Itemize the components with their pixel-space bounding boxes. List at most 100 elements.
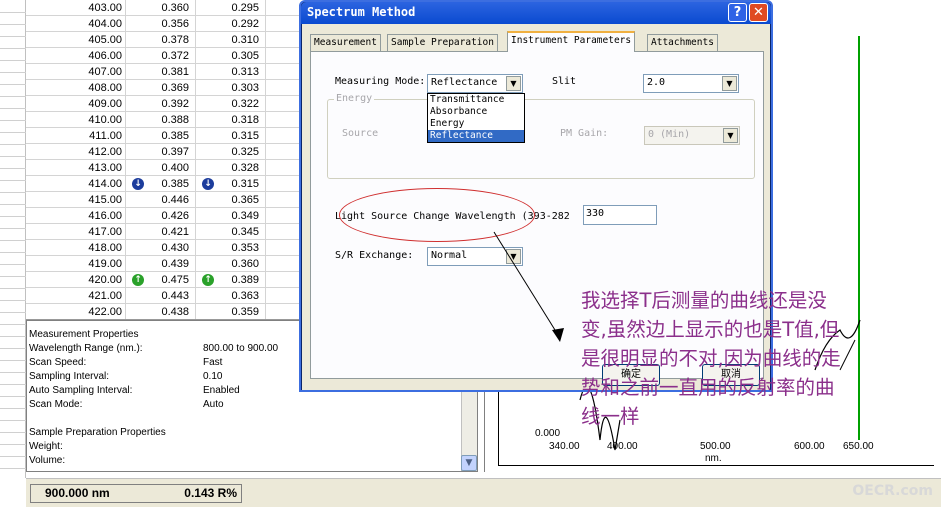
table-row[interactable]: 412.00 0.397 0.325: [26, 144, 300, 160]
annotation-note: 我选择T后测量的曲线还是没变,虽然边上显示的也是T值,但是很明显的不对,因为曲线…: [581, 289, 841, 428]
tab-attachments[interactable]: Attachments: [647, 34, 718, 52]
empty-cell: [266, 240, 300, 256]
table-row[interactable]: 411.00 0.385 0.315: [26, 128, 300, 144]
empty-cell: [266, 160, 300, 176]
strip-gridline: [0, 420, 26, 421]
scan-mode-label: Scan Mode:: [29, 399, 83, 410]
tab-sample-preparation[interactable]: Sample Preparation: [387, 34, 498, 52]
table-row[interactable]: 409.00 0.392 0.322: [26, 96, 300, 112]
value-a-cell: 0.392: [126, 96, 196, 112]
value-b-cell: 0.305: [196, 48, 266, 64]
value-a-cell: 0.360: [126, 0, 196, 16]
chevron-down-icon: ▼: [723, 128, 738, 143]
table-row[interactable]: 405.00 0.378 0.310: [26, 32, 300, 48]
chevron-down-icon[interactable]: ▼: [506, 76, 521, 91]
strip-gridline: [0, 108, 26, 109]
value-b-cell: 0.318: [196, 112, 266, 128]
value-a-cell: 0.430: [126, 240, 196, 256]
value-a-cell: 0.356: [126, 16, 196, 32]
pm-gain-value: 0 (Min): [648, 129, 691, 140]
strip-gridline: [0, 180, 26, 181]
table-row[interactable]: 416.00 0.426 0.349: [26, 208, 300, 224]
dialog-title: Spectrum Method: [307, 5, 416, 19]
wavelength-cell: 412.00: [26, 144, 126, 160]
value-b-cell: 0.365: [196, 192, 266, 208]
empty-cell: [266, 272, 300, 288]
table-row[interactable]: 418.00 0.430 0.353: [26, 240, 300, 256]
option-transmittance[interactable]: Transmittance: [428, 94, 524, 106]
table-row[interactable]: 404.00 0.356 0.292: [26, 16, 300, 32]
watermark: OECR.com: [852, 483, 933, 499]
strip-gridline: [0, 144, 26, 145]
auto-sampling-value: Enabled: [203, 385, 240, 396]
value-b-cell: 0.315: [196, 128, 266, 144]
table-row[interactable]: 415.00 0.446 0.365: [26, 192, 300, 208]
strip-gridline: [0, 240, 26, 241]
strip-gridline: [0, 228, 26, 229]
close-button[interactable]: ✕: [749, 3, 768, 22]
energy-group: Energy Source PM Gain: 0 (Min) ▼: [327, 93, 755, 179]
light-source-input[interactable]: 330: [583, 205, 657, 225]
option-energy[interactable]: Energy: [428, 118, 524, 130]
wavelength-cell: 418.00: [26, 240, 126, 256]
table-row[interactable]: 421.00 0.443 0.363: [26, 288, 300, 304]
tab-instrument-parameters[interactable]: Instrument Parameters: [507, 31, 636, 52]
table-row[interactable]: 414.00 0.385 0.315 ↓ ↓: [26, 176, 300, 192]
table-row[interactable]: 419.00 0.439 0.360: [26, 256, 300, 272]
table-row[interactable]: 413.00 0.400 0.328: [26, 160, 300, 176]
wavelength-cell: 406.00: [26, 48, 126, 64]
wavelength-cell: 414.00: [26, 176, 126, 192]
empty-cell: [266, 256, 300, 272]
table-row[interactable]: 422.00 0.438 0.359: [26, 304, 300, 319]
measuring-mode-dropdown-list[interactable]: Transmittance Absorbance Energy Reflecta…: [427, 93, 525, 143]
peak-marker-icon: ↑: [132, 274, 144, 286]
valley-marker-icon: ↓: [132, 178, 144, 190]
option-reflectance[interactable]: Reflectance: [428, 130, 524, 142]
chevron-down-icon[interactable]: ▼: [722, 76, 737, 91]
table-row[interactable]: 407.00 0.381 0.313: [26, 64, 300, 80]
value-b-cell: 0.303: [196, 80, 266, 96]
data-table: 403.00 0.360 0.295 404.00 0.356 0.292 405.00 0.…: [26, 0, 300, 320]
table-row[interactable]: 410.00 0.388 0.318: [26, 112, 300, 128]
wavelength-cell: 410.00: [26, 112, 126, 128]
table-row[interactable]: 408.00 0.369 0.303: [26, 80, 300, 96]
table-row[interactable]: 403.00 0.360 0.295: [26, 0, 300, 16]
value-a-cell: 0.421: [126, 224, 196, 240]
empty-cell: [266, 144, 300, 160]
table-row[interactable]: 420.00 0.475 0.389 ↑ ↑: [26, 272, 300, 288]
volume-label: Volume:: [29, 455, 66, 466]
strip-gridline: [0, 384, 26, 385]
empty-cell: [266, 288, 300, 304]
option-absorbance[interactable]: Absorbance: [428, 106, 524, 118]
strip-gridline: [0, 444, 26, 445]
strip-gridline: [0, 204, 26, 205]
help-button[interactable]: ?: [728, 3, 747, 22]
strip-gridline: [0, 132, 26, 133]
strip-gridline: [0, 408, 26, 409]
scroll-down-arrow-icon[interactable]: ▼: [461, 455, 477, 471]
peak-marker-icon: ↑: [202, 274, 214, 286]
empty-cell: [266, 32, 300, 48]
strip-gridline: [0, 396, 26, 397]
energy-legend: Energy: [334, 93, 375, 104]
measuring-mode-select[interactable]: Reflectance ▼: [427, 74, 523, 93]
value-b-cell: 0.360: [196, 256, 266, 272]
empty-cell: [266, 176, 300, 192]
strip-gridline: [0, 312, 26, 313]
slit-label: Slit: [552, 76, 577, 87]
table-row[interactable]: 406.00 0.372 0.305: [26, 48, 300, 64]
cursor-readout: 900.000 nm 0.143 R%: [30, 484, 242, 503]
empty-cell: [266, 64, 300, 80]
table-row[interactable]: 417.00 0.421 0.345: [26, 224, 300, 240]
tab-measurement[interactable]: Measurement: [310, 34, 381, 52]
left-margin-strip: [0, 0, 26, 478]
valley-marker-icon: ↓: [202, 178, 214, 190]
strip-gridline: [0, 300, 26, 301]
slit-select[interactable]: 2.0 ▼: [643, 74, 739, 93]
dialog-titlebar[interactable]: Spectrum Method ? ✕: [301, 2, 771, 24]
value-b-cell: 0.310: [196, 32, 266, 48]
value-b-cell: 0.322: [196, 96, 266, 112]
empty-cell: [266, 0, 300, 16]
value-a-cell: 0.397: [126, 144, 196, 160]
value-b-cell: 0.295: [196, 0, 266, 16]
